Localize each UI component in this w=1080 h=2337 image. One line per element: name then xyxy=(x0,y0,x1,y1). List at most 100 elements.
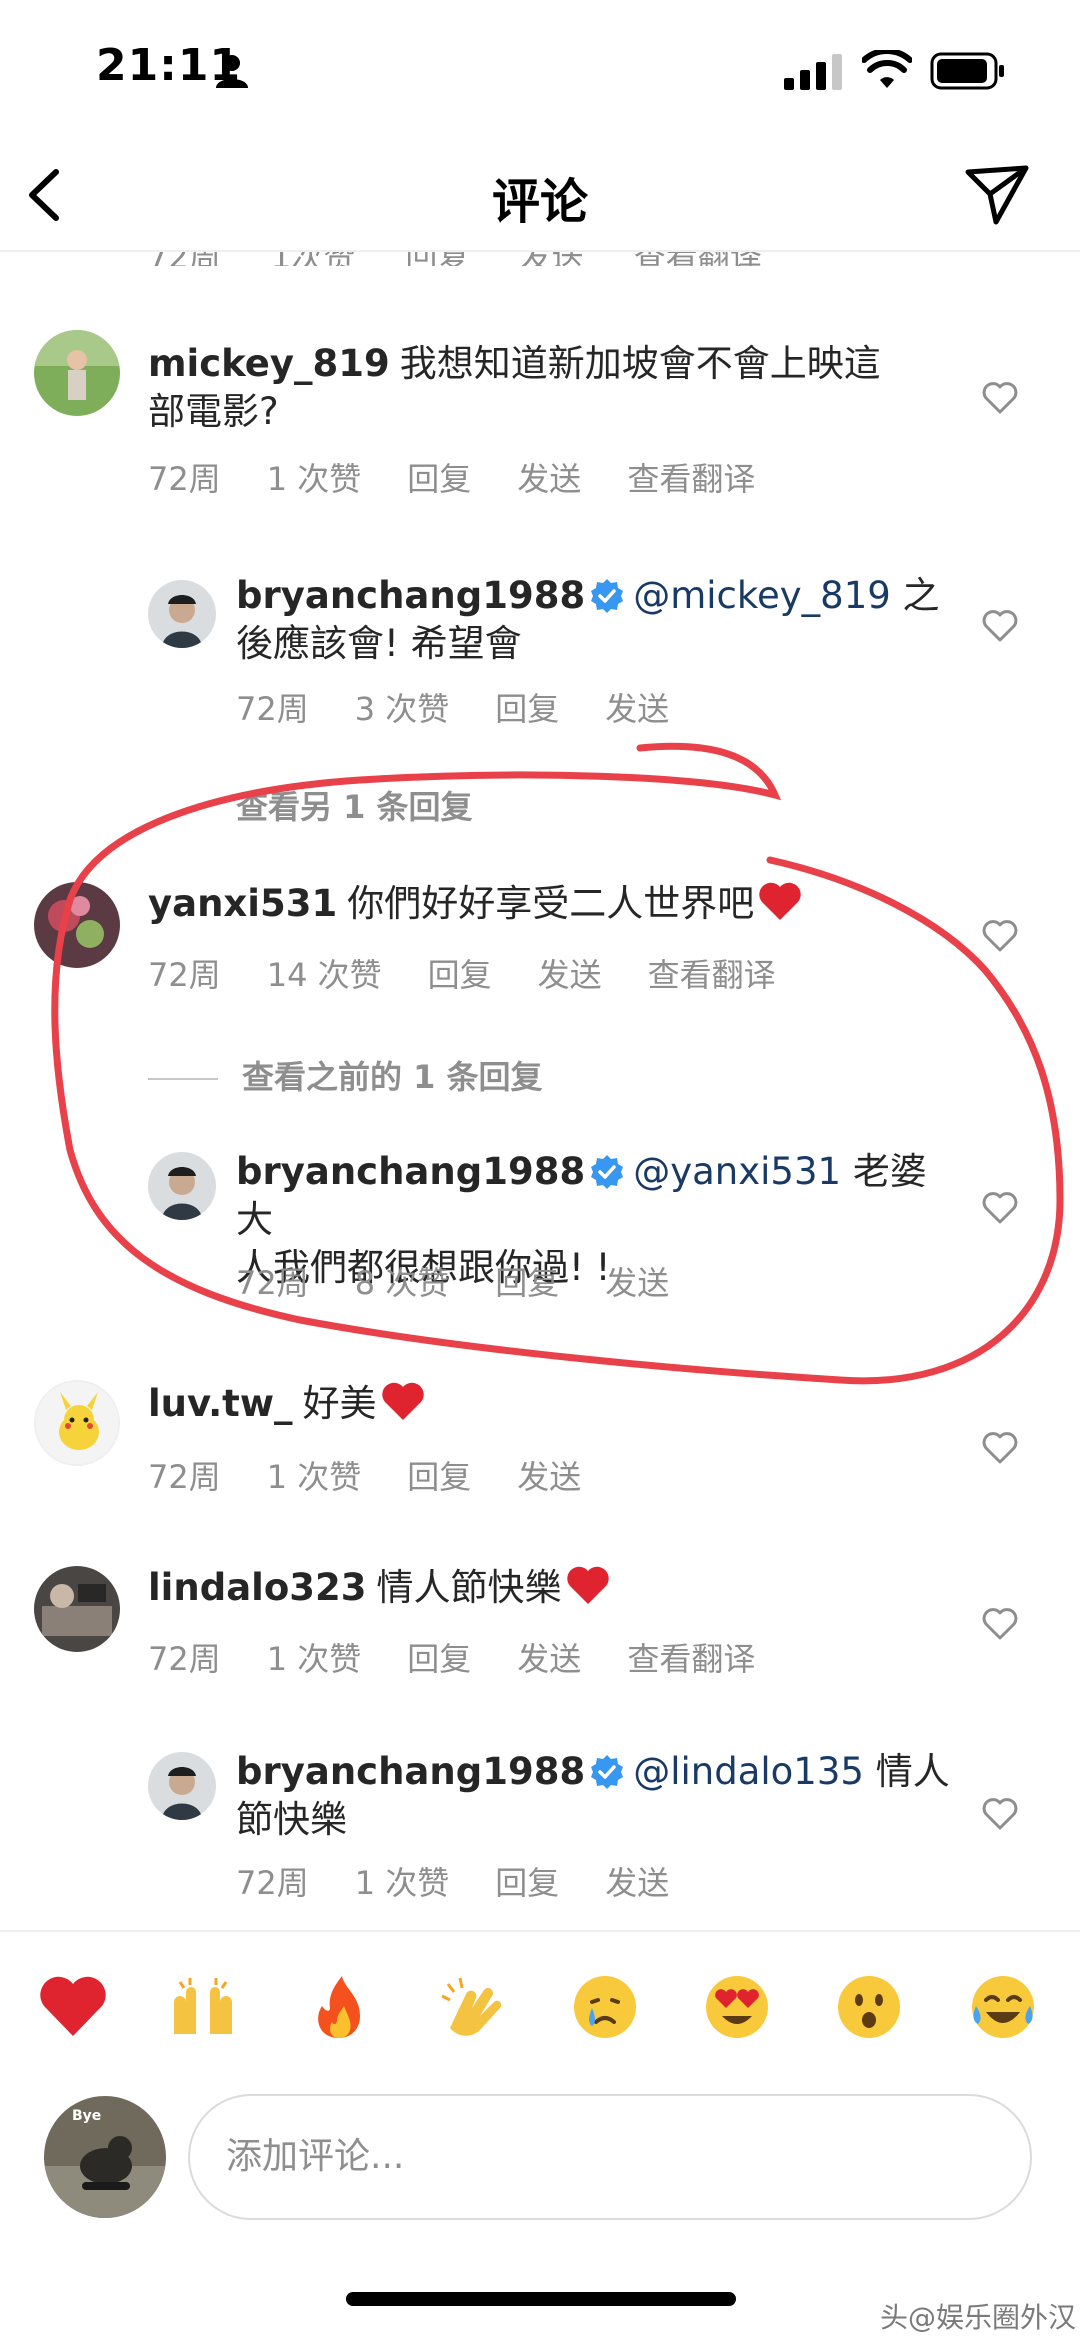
comment-username[interactable]: bryanchang1988 xyxy=(236,1750,585,1793)
home-indicator xyxy=(346,2292,736,2306)
comment-username[interactable]: yanxi531 xyxy=(148,882,337,925)
heart-like-icon[interactable] xyxy=(982,1798,1018,1830)
watermark-text: 头@娱乐圈外汉 xyxy=(880,2301,1077,2334)
comment-yanxi: yanxi531 你們好好享受二人世界吧 72周 14 次赞 回复 发送 查看翻译 xyxy=(0,880,1080,1010)
mention-link[interactable]: @yanxi531 xyxy=(633,1150,841,1193)
avatar[interactable] xyxy=(148,1752,216,1820)
comment-text: 你們好好享受二人世界吧 xyxy=(347,882,755,925)
send-button[interactable]: 发送 xyxy=(517,1452,581,1498)
avatar[interactable] xyxy=(34,330,120,416)
signal-icon xyxy=(784,54,842,90)
comment-time: 72周 xyxy=(148,460,221,498)
comment-text: 之 xyxy=(902,574,940,617)
tears-of-joy-emoji-icon[interactable] xyxy=(968,1972,1038,2042)
likes-count[interactable]: 1 次赞 xyxy=(267,1452,362,1498)
view-previous-replies-button[interactable]: 查看之前的 1 条回复 xyxy=(242,1058,543,1096)
heart-eyes-emoji-icon[interactable] xyxy=(702,1972,772,2042)
translate-button[interactable]: 查看翻译 xyxy=(648,950,776,996)
likes-count[interactable]: 1 次赞 xyxy=(267,454,362,500)
heart-like-icon[interactable] xyxy=(982,1608,1018,1640)
partial-comment-meta: 72周 1次赞 回复 发送 查看翻译 xyxy=(0,252,1080,266)
comment-username[interactable]: bryanchang1988 xyxy=(236,1150,585,1193)
red-heart-emoji-icon xyxy=(566,1566,609,1604)
reply-bryanchang-lindalo: bryanchang1988 @lindalo135 情人 節快樂 72周 1 次赞… xyxy=(0,1748,1080,1918)
avatar[interactable] xyxy=(148,580,216,648)
mention-link[interactable]: @mickey_819 xyxy=(633,574,891,617)
comment-time: 72周 xyxy=(236,1264,309,1302)
send-button[interactable]: 发送 xyxy=(517,454,581,500)
reply-bryanchang-mickey: bryanchang1988 @mickey_819 之 後應該會! 希望會 72… xyxy=(0,560,1080,730)
send-button[interactable]: 发送 xyxy=(605,1258,669,1304)
heart-like-icon[interactable] xyxy=(982,610,1018,642)
avatar-caption: Bye xyxy=(72,2108,101,2124)
comment-time: 72周 xyxy=(148,1458,221,1496)
comment-time: 72周 xyxy=(236,690,309,728)
comment-time: 72周 xyxy=(148,956,221,994)
verified-badge-icon xyxy=(591,1155,624,1189)
comment-luv: luv.tw_ 好美 72周 1 次赞 回复 发送 xyxy=(0,1380,1080,1510)
comment-username[interactable]: lindalo323 xyxy=(148,1566,367,1609)
comment-text: 情人 xyxy=(875,1750,950,1793)
avatar[interactable] xyxy=(34,1566,120,1652)
nav-header: 评论 xyxy=(0,140,1080,252)
comment-text: 情人節快樂 xyxy=(376,1566,562,1609)
add-comment-input[interactable]: 添加评论... xyxy=(188,2094,1032,2220)
reply-button[interactable]: 回复 xyxy=(407,454,471,500)
reply-button[interactable]: 回复 xyxy=(495,1258,559,1304)
raising-hands-emoji-icon[interactable] xyxy=(168,1972,238,2042)
translate-button[interactable]: 查看翻译 xyxy=(627,454,755,500)
wifi-icon xyxy=(862,50,912,88)
person-icon xyxy=(216,55,248,88)
comment-text-cont: 後應該會! 希望會 xyxy=(236,622,522,665)
red-heart-emoji-icon xyxy=(759,882,801,920)
likes-count[interactable]: 3 次赞 xyxy=(355,684,450,730)
reply-bryanchang-yanxi: bryanchang1988 @yanxi531 老婆大 人我們都很想跟你過! !… xyxy=(0,1148,1080,1318)
likes-count[interactable]: 8 次赞 xyxy=(355,1258,450,1304)
comment-text-cont: 部電影? xyxy=(148,390,279,433)
heart-like-icon[interactable] xyxy=(982,1432,1018,1464)
comment-text: 我想知道新加坡會不會上映這 xyxy=(399,342,881,385)
status-bar: 21:11 xyxy=(0,0,1080,140)
likes-count[interactable]: 1 次赞 xyxy=(267,1634,362,1680)
comment-username[interactable]: bryanchang1988 xyxy=(236,574,585,617)
reply-button[interactable]: 回复 xyxy=(495,1858,559,1904)
comment-time: 72周 xyxy=(148,1640,221,1678)
emoji-quick-bar xyxy=(0,1930,1080,2080)
comment-time: 72周 xyxy=(236,1864,309,1902)
comment-input-row: Bye 添加评论... xyxy=(0,2080,1080,2240)
heart-like-icon[interactable] xyxy=(982,920,1018,952)
crying-face-emoji-icon[interactable] xyxy=(570,1972,640,2042)
comment-mickey: mickey_819 我想知道新加坡會不會上映這 部電影? 72周 1 次赞 回复 发送… xyxy=(0,330,1080,530)
likes-count[interactable]: 1 次赞 xyxy=(355,1858,450,1904)
surprised-face-emoji-icon[interactable] xyxy=(834,1972,904,2042)
comment-username[interactable]: luv.tw_ xyxy=(148,1382,293,1425)
likes-count[interactable]: 14 次赞 xyxy=(267,950,382,996)
heart-like-icon[interactable] xyxy=(982,382,1018,414)
share-send-icon[interactable] xyxy=(962,160,1032,230)
reply-button[interactable]: 回复 xyxy=(407,1634,471,1680)
avatar[interactable] xyxy=(34,1380,120,1466)
battery-icon xyxy=(930,52,1004,90)
translate-button[interactable]: 查看翻译 xyxy=(627,1634,755,1680)
heart-like-icon[interactable] xyxy=(982,1192,1018,1224)
reply-button[interactable]: 回复 xyxy=(495,684,559,730)
avatar[interactable] xyxy=(148,1152,216,1220)
reply-button[interactable]: 回复 xyxy=(407,1452,471,1498)
clapping-hands-emoji-icon[interactable] xyxy=(436,1972,506,2042)
page-title: 评论 xyxy=(491,174,588,230)
own-avatar[interactable]: Bye xyxy=(44,2096,166,2218)
mention-link[interactable]: @lindalo135 xyxy=(633,1750,864,1793)
send-button[interactable]: 发送 xyxy=(605,684,669,730)
fire-emoji-icon[interactable] xyxy=(304,1972,374,2042)
send-button[interactable]: 发送 xyxy=(605,1858,669,1904)
reply-button[interactable]: 回复 xyxy=(428,950,492,996)
verified-badge-icon xyxy=(591,579,624,613)
comment-username[interactable]: mickey_819 xyxy=(148,342,390,385)
send-button[interactable]: 发送 xyxy=(538,950,602,996)
view-more-replies-button[interactable]: 查看另 1 条回复 xyxy=(236,782,473,828)
divider-line xyxy=(148,1078,218,1080)
comment-text-cont: 節快樂 xyxy=(236,1798,347,1841)
red-heart-emoji-icon[interactable] xyxy=(38,1972,108,2042)
avatar[interactable] xyxy=(34,882,120,968)
send-button[interactable]: 发送 xyxy=(517,1634,581,1680)
